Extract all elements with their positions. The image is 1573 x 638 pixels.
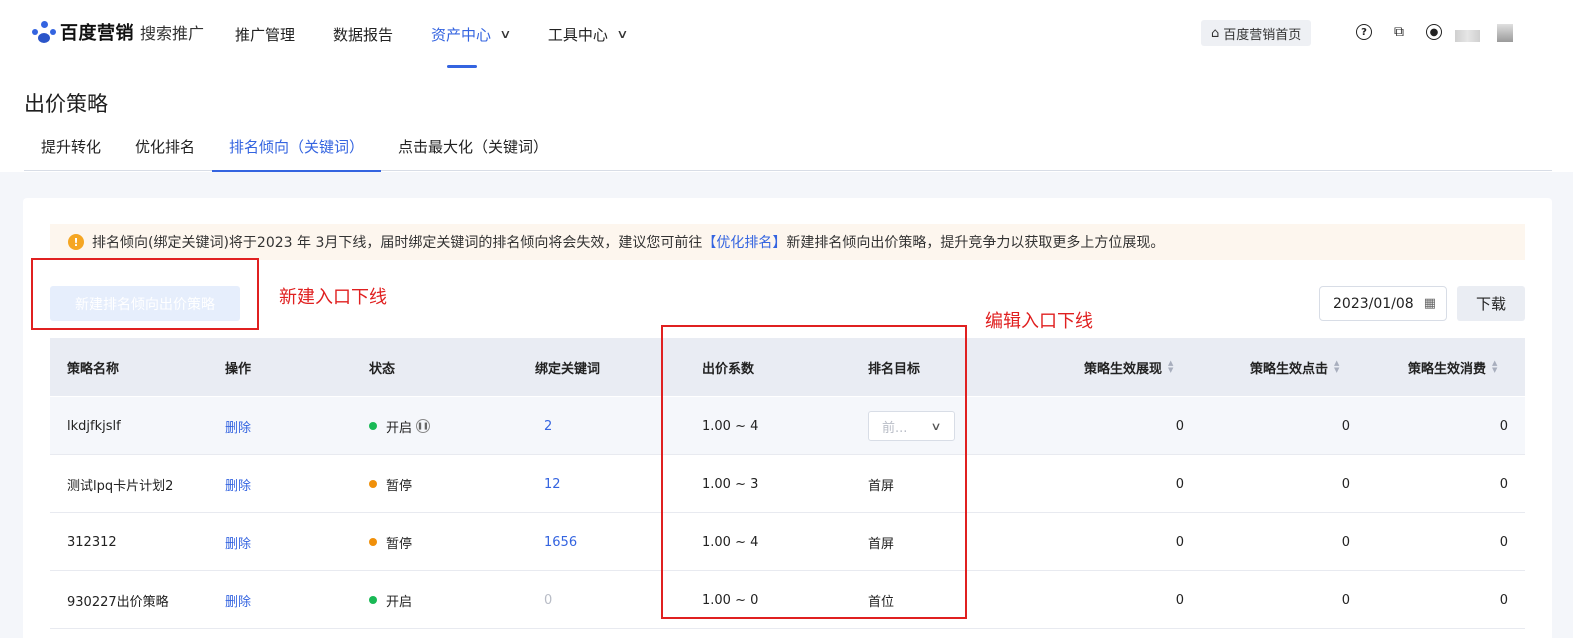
impressions-value: 0 bbox=[1175, 592, 1184, 608]
status-cell: 暂停 bbox=[369, 513, 412, 571]
chevron-down-icon: ∨ bbox=[499, 27, 512, 41]
top-navigation-bar: 百度营销 搜索推广 推广管理 数据报告 资产中心 ∨ 工具中心 ∨ ⌂ 百度营销首页… bbox=[0, 0, 1573, 68]
sort-icon[interactable]: ▲ ▼ bbox=[1168, 360, 1173, 374]
column-label: 策略生效点击 bbox=[1250, 361, 1329, 377]
cost-value: 0 bbox=[1499, 418, 1508, 434]
clicks-value: 0 bbox=[1341, 418, 1350, 434]
home-button-label: 百度营销首页 bbox=[1223, 27, 1302, 43]
column-header-action: 操作 bbox=[225, 361, 252, 377]
bound-keywords-count[interactable]: 1656 bbox=[544, 513, 577, 571]
optimize-ranking-link[interactable]: 【优化排名】 bbox=[702, 232, 786, 252]
annotation-box-new-entry bbox=[31, 258, 259, 330]
logo-brand-text: 百度营销 bbox=[60, 23, 134, 44]
impressions-value: 0 bbox=[1175, 476, 1184, 492]
status-dot-icon bbox=[369, 596, 377, 604]
cost-value: 0 bbox=[1499, 592, 1508, 608]
strategy-name: 测试lpq卡片计划2 bbox=[67, 478, 174, 494]
tab-improve-conversion[interactable]: 提升转化 bbox=[24, 128, 118, 171]
status-cell: 开启 ❚❚ bbox=[369, 397, 431, 455]
notice-text-before: 排名倾向(绑定关键词)将于2023 年 3月下线，届时绑定关键词的排名倾向将会失… bbox=[92, 235, 703, 251]
delete-link[interactable]: 删除 bbox=[225, 513, 251, 571]
status-cell: 暂停 bbox=[369, 455, 412, 513]
warning-icon: ! bbox=[68, 234, 84, 250]
status-text: 开启 bbox=[386, 420, 413, 436]
status-dot-icon bbox=[369, 422, 377, 430]
date-picker[interactable]: 2023/01/08 ▦ bbox=[1319, 286, 1447, 321]
delete-link[interactable]: 删除 bbox=[225, 571, 251, 629]
status-text: 开启 bbox=[386, 594, 413, 610]
offline-notice-banner: ! 排名倾向(绑定关键词)将于2023 年 3月下线，届时绑定关键词的排名倾向将… bbox=[50, 224, 1525, 260]
calendar-icon: ▦ bbox=[1423, 296, 1436, 311]
delete-link[interactable]: 删除 bbox=[225, 455, 251, 513]
pause-icon[interactable]: ❚❚ bbox=[416, 419, 431, 433]
sort-icon[interactable]: ▲ ▼ bbox=[1334, 360, 1339, 374]
nav-label: 资产中心 bbox=[431, 25, 492, 44]
column-header-impressions[interactable]: 策略生效展现 ▲ ▼ bbox=[1084, 338, 1173, 396]
column-header-keywords: 绑定关键词 bbox=[535, 361, 601, 377]
nav-label: 数据报告 bbox=[333, 25, 394, 44]
annotation-edit-entry-offline: 编辑入口下线 bbox=[985, 311, 1093, 332]
baidu-marketing-logo[interactable]: 百度营销 搜索推广 bbox=[32, 20, 204, 44]
notice-text-after: 新建排名倾向出价策略，提升竞争力以获取更多上方位展现。 bbox=[786, 235, 1165, 251]
tab-ranking-preference-keyword[interactable]: 排名倾向（关键词） bbox=[212, 128, 382, 172]
bound-keywords-count[interactable]: 2 bbox=[544, 397, 552, 455]
status-text: 暂停 bbox=[386, 478, 413, 494]
bound-keywords-count: 0 bbox=[544, 592, 553, 608]
chevron-down-icon: ∨ bbox=[616, 27, 629, 41]
download-button[interactable]: 下载 bbox=[1457, 286, 1525, 321]
user-name-blurred bbox=[1455, 30, 1480, 42]
user-icon[interactable]: ● bbox=[1425, 23, 1443, 41]
sort-icon[interactable]: ▲ ▼ bbox=[1492, 360, 1497, 374]
clicks-value: 0 bbox=[1341, 592, 1350, 608]
clicks-value: 0 bbox=[1341, 476, 1350, 492]
logo-product-text: 搜索推广 bbox=[140, 24, 205, 43]
page-header: 出价策略 提升转化 优化排名 排名倾向（关键词） 点击最大化（关键词） bbox=[0, 68, 1573, 172]
home-icon: ⌂ bbox=[1211, 25, 1220, 41]
logo-paw-icon bbox=[32, 21, 56, 43]
main-nav: 推广管理 数据报告 资产中心 ∨ 工具中心 ∨ bbox=[235, 0, 665, 68]
nav-label: 推广管理 bbox=[235, 25, 296, 44]
column-header-status: 状态 bbox=[369, 361, 396, 377]
impressions-value: 0 bbox=[1175, 534, 1184, 550]
cost-value: 0 bbox=[1499, 534, 1508, 550]
status-text: 暂停 bbox=[386, 536, 413, 552]
strategy-tabs: 提升转化 优化排名 排名倾向（关键词） 点击最大化（关键词） bbox=[24, 128, 1552, 172]
column-header-clicks[interactable]: 策略生效点击 ▲ ▼ bbox=[1250, 338, 1339, 396]
column-label: 策略生效消费 bbox=[1408, 361, 1487, 377]
help-icon[interactable]: ? bbox=[1355, 23, 1373, 41]
delete-link[interactable]: 删除 bbox=[225, 397, 251, 455]
nav-label: 工具中心 bbox=[547, 25, 608, 44]
column-label: 策略生效展现 bbox=[1084, 361, 1163, 377]
column-header-name: 策略名称 bbox=[67, 361, 120, 377]
cost-value: 0 bbox=[1499, 476, 1508, 492]
copy-icon[interactable]: ⧉ bbox=[1390, 23, 1408, 41]
strategy-name: 312312 bbox=[67, 534, 117, 550]
nav-item-data-report[interactable]: 数据报告 bbox=[333, 0, 393, 68]
strategy-name: lkdjfkjslf bbox=[67, 418, 121, 434]
status-dot-icon bbox=[369, 538, 377, 546]
annotation-new-entry-offline: 新建入口下线 bbox=[279, 287, 387, 308]
tab-maximize-clicks-keyword[interactable]: 点击最大化（关键词） bbox=[381, 128, 565, 171]
clicks-value: 0 bbox=[1341, 534, 1350, 550]
tab-optimize-ranking[interactable]: 优化排名 bbox=[118, 128, 212, 171]
marketing-home-button[interactable]: ⌂ 百度营销首页 bbox=[1201, 20, 1312, 46]
nav-item-asset-center[interactable]: 资产中心 ∨ bbox=[431, 0, 512, 68]
bound-keywords-count[interactable]: 12 bbox=[544, 455, 561, 513]
status-cell: 开启 bbox=[369, 571, 412, 629]
user-avatar-blurred[interactable] bbox=[1497, 24, 1513, 42]
annotation-box-edit-entry bbox=[661, 325, 967, 619]
status-dot-icon bbox=[369, 480, 377, 488]
strategy-name: 930227出价策略 bbox=[67, 594, 169, 610]
page-title: 出价策略 bbox=[24, 92, 108, 116]
nav-item-promotion-management[interactable]: 推广管理 bbox=[235, 0, 295, 68]
date-value: 2023/01/08 bbox=[1333, 295, 1414, 312]
impressions-value: 0 bbox=[1175, 418, 1184, 434]
column-header-cost[interactable]: 策略生效消费 ▲ ▼ bbox=[1408, 338, 1497, 396]
nav-item-tool-center[interactable]: 工具中心 ∨ bbox=[547, 0, 629, 68]
